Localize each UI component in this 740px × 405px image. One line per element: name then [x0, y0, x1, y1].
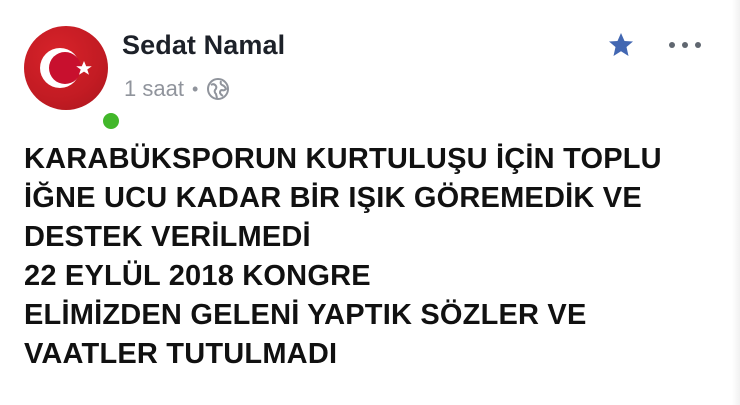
post-text-line: ELİMİZDEN GELENİ YAPTIK SÖZLER VE	[24, 299, 587, 331]
post-meta: 1 saat •	[124, 76, 230, 102]
post-text-line: İĞNE UCU KADAR BİR IŞIK GÖREMEDİK VE	[24, 182, 642, 214]
star-icon[interactable]	[606, 30, 636, 60]
post-text-line: 22 EYLÜL 2018 KONGRE	[24, 260, 371, 292]
post-text-line: VAATLER TUTULMADI	[24, 338, 338, 370]
post-text-line: KARABÜKSPORUN KURTULUŞU İÇİN TOPLU	[24, 143, 662, 175]
post-body-text: KARABÜKSPORUN KURTULUŞU İÇİN TOPLU İĞNE …	[24, 140, 724, 374]
author-avatar-container[interactable]	[24, 26, 122, 132]
turkish-flag-icon	[40, 48, 92, 88]
page-edge-shadow	[732, 0, 740, 405]
avatar[interactable]	[24, 26, 108, 110]
author-name[interactable]: Sedat Namal	[122, 30, 285, 61]
post-text-line: DESTEK VERİLMEDİ	[24, 221, 311, 253]
globe-icon[interactable]	[206, 77, 230, 101]
facebook-post: Sedat Namal 1 saat • KARABÜKSPORUN KURTU…	[0, 0, 740, 405]
online-status-indicator	[100, 110, 122, 132]
meta-separator: •	[191, 78, 199, 99]
more-dots-icon[interactable]	[665, 32, 705, 58]
post-timestamp[interactable]: 1 saat	[124, 76, 184, 102]
